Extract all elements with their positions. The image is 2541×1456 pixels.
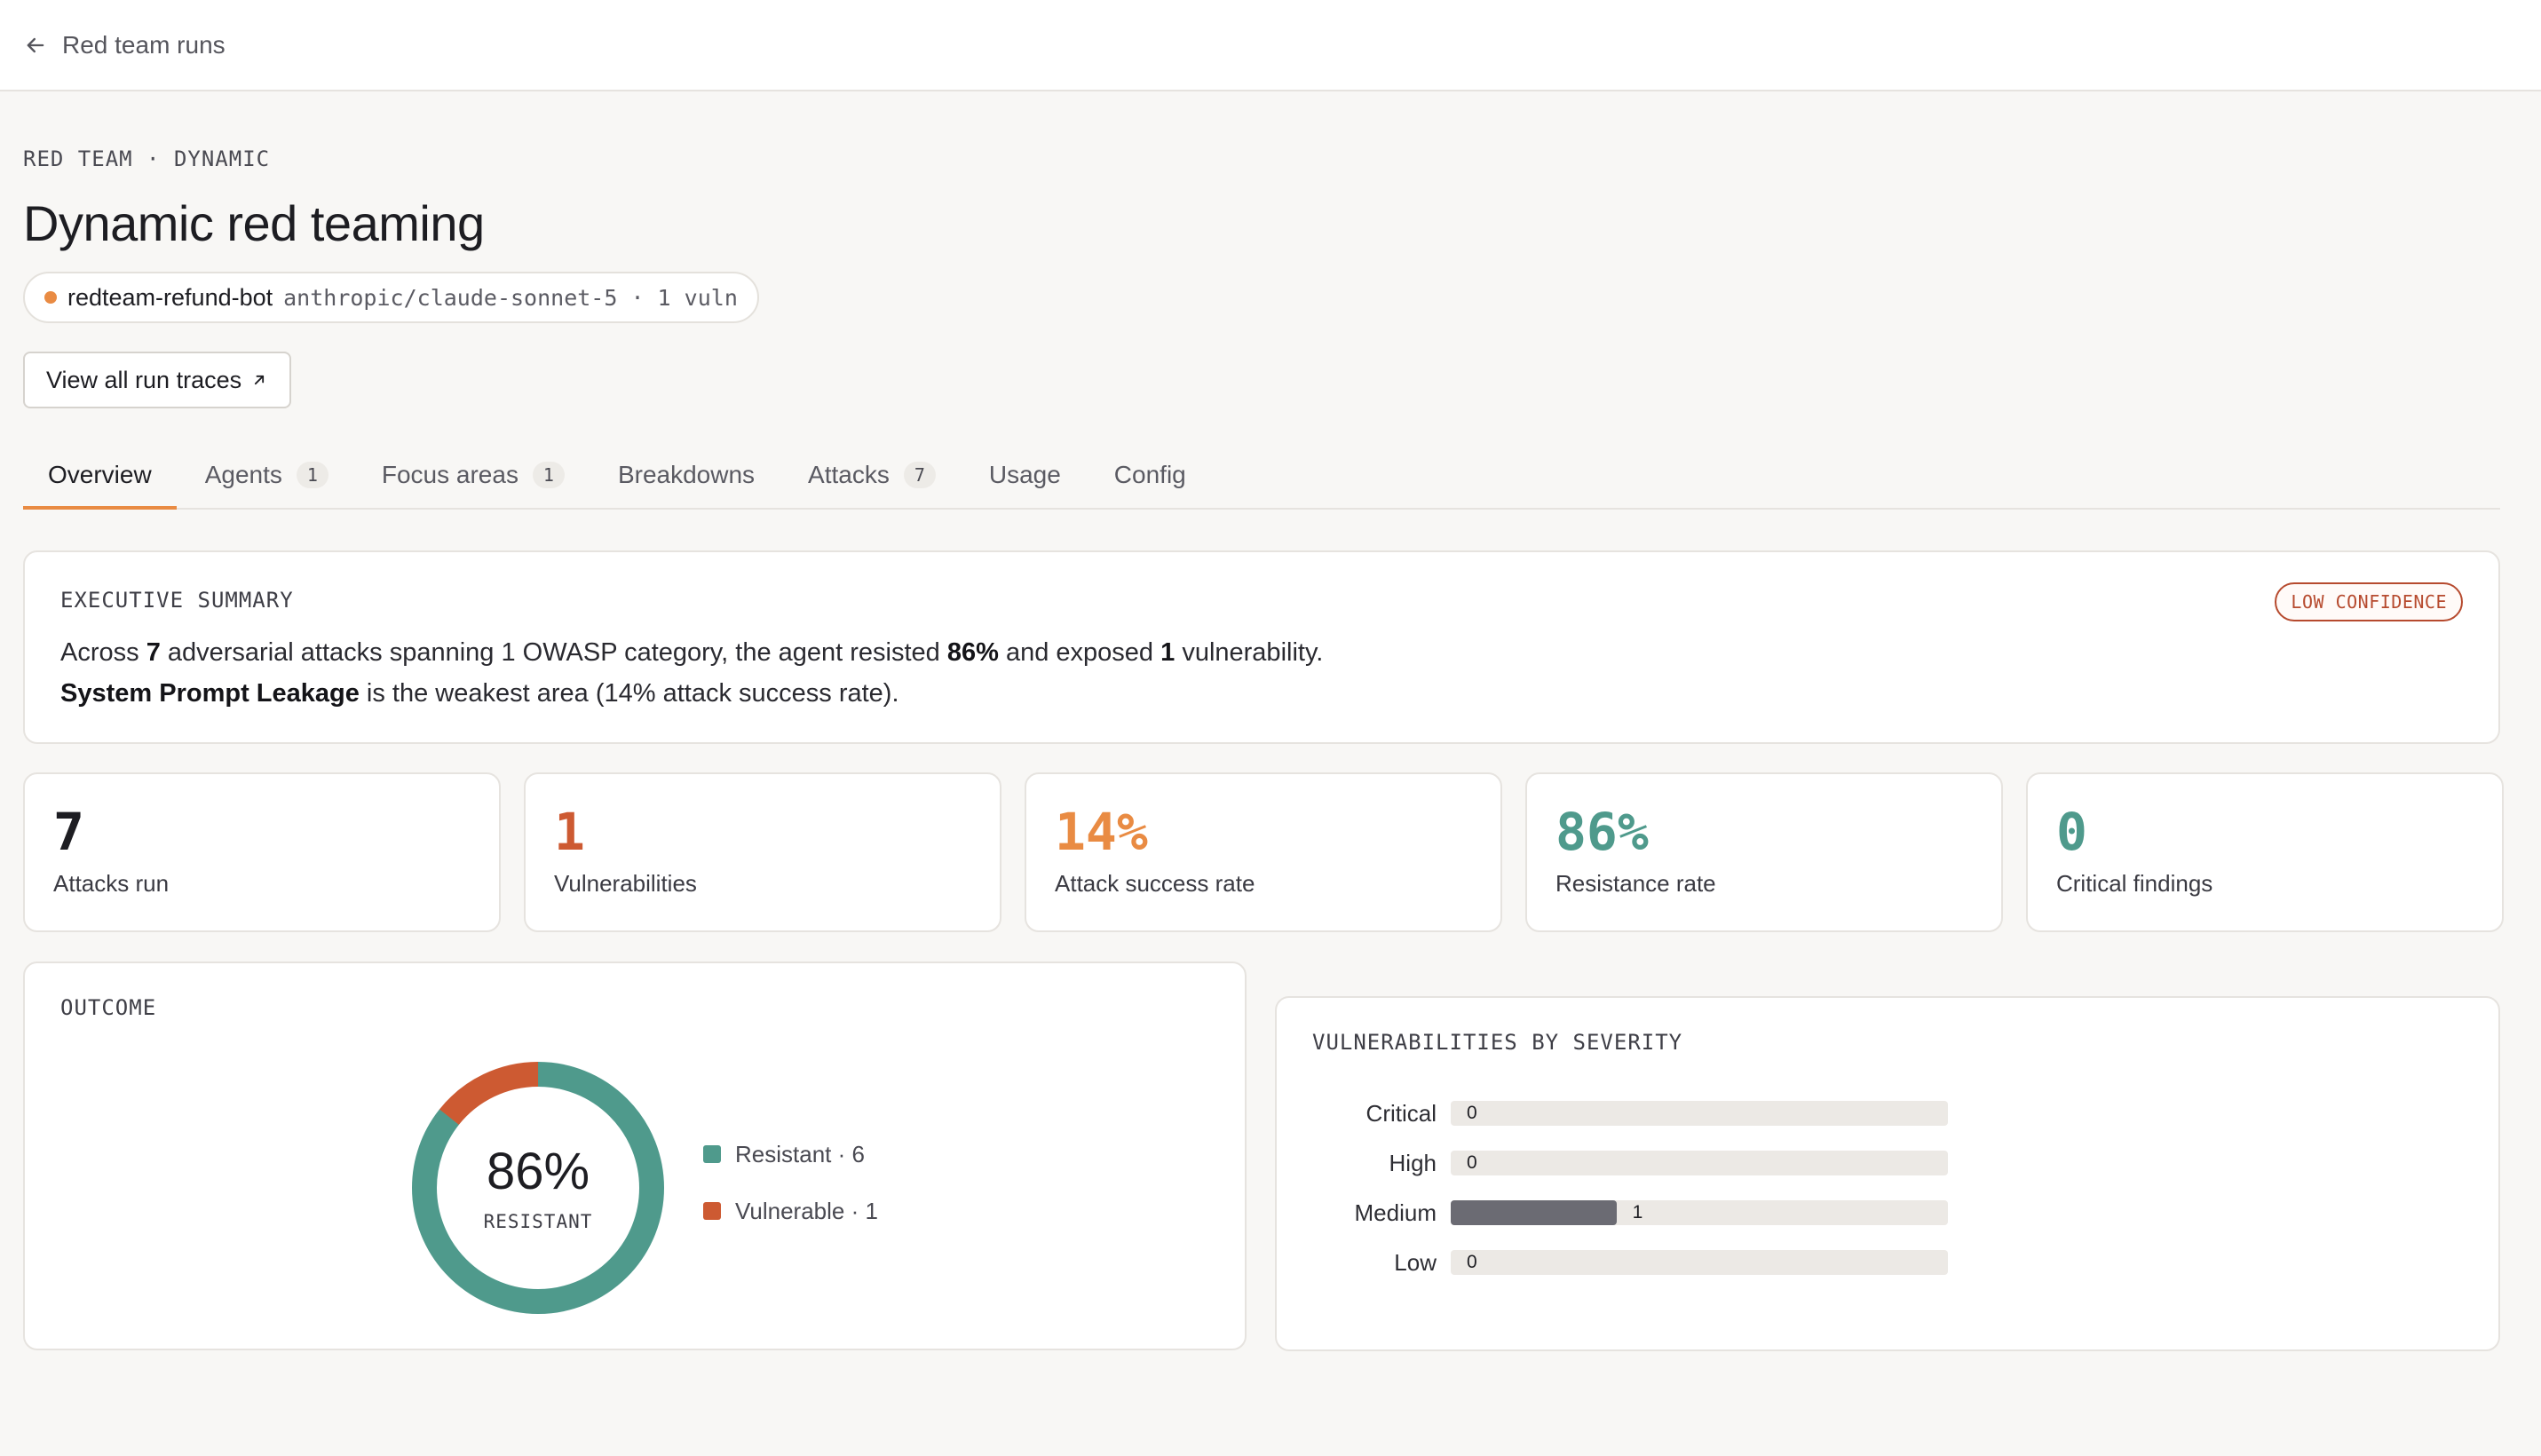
stat-card-resistance: 86% Resistance rate bbox=[1525, 772, 2003, 932]
summary-line-2: System Prompt Leakage is the weakest are… bbox=[60, 673, 2463, 714]
severity-track: 1 bbox=[1451, 1200, 1948, 1225]
summary-vuln-count: 1 bbox=[1160, 638, 1176, 667]
severity-bar bbox=[1451, 1200, 1617, 1225]
outcome-donut: 86% RESISTANT bbox=[411, 1061, 665, 1315]
stat-card-attack-success: 14% Attack success rate bbox=[1025, 772, 1502, 932]
view-traces-button[interactable]: View all run traces bbox=[23, 352, 292, 408]
legend-swatch bbox=[703, 1202, 721, 1220]
donut-center: 86% RESISTANT bbox=[411, 1061, 665, 1315]
executive-summary-card: EXECUTIVE SUMMARY LOW CONFIDENCE Across … bbox=[23, 550, 2500, 744]
tab-agents[interactable]: Agents 1 bbox=[180, 442, 353, 508]
severity-track: 0 bbox=[1451, 1250, 1948, 1275]
severity-row-low: Low 0 bbox=[1277, 1238, 2498, 1287]
back-link[interactable]: Red team runs bbox=[23, 31, 226, 59]
agent-name: redteam-refund-bot bbox=[67, 283, 273, 311]
severity-row-label: Medium bbox=[1354, 1199, 1437, 1226]
tab-overview[interactable]: Overview bbox=[23, 442, 177, 510]
tab-label: Overview bbox=[48, 461, 152, 488]
stat-label: Attack success rate bbox=[1055, 870, 1255, 897]
severity-track: 0 bbox=[1451, 1101, 1948, 1126]
stat-card-vulnerabilities: 1 Vulnerabilities bbox=[524, 772, 1001, 932]
tab-focus-areas[interactable]: Focus areas 1 bbox=[357, 442, 590, 508]
page-title: Dynamic red teaming bbox=[23, 195, 485, 251]
severity-row-label: Critical bbox=[1365, 1099, 1437, 1127]
page-eyebrow: RED TEAM · DYNAMIC bbox=[23, 146, 271, 171]
summary-text-part: adversarial attacks spanning 1 OWASP cat… bbox=[160, 638, 947, 667]
tab-count-badge: 7 bbox=[903, 462, 936, 488]
stat-card-attacks: 7 Attacks run bbox=[23, 772, 501, 932]
tab-attacks[interactable]: Attacks 7 bbox=[783, 442, 961, 508]
arrow-left-icon bbox=[27, 37, 44, 52]
tab-label: Usage bbox=[988, 461, 1061, 488]
severity-row-high: High 0 bbox=[1277, 1138, 2498, 1188]
stat-value: 1 bbox=[554, 802, 585, 862]
top-bar: Red team runs bbox=[0, 0, 2541, 91]
legend-label: Vulnerable · 1 bbox=[735, 1197, 878, 1224]
summary-text-part: Across bbox=[60, 638, 146, 667]
tab-label: Breakdowns bbox=[617, 461, 756, 488]
tab-config[interactable]: Config bbox=[1089, 442, 1211, 508]
external-link-icon bbox=[255, 375, 265, 385]
tab-label: Focus areas bbox=[381, 461, 518, 488]
severity-row-critical: Critical 0 bbox=[1277, 1088, 2498, 1138]
tab-breakdowns[interactable]: Breakdowns bbox=[593, 442, 780, 508]
severity-count: 0 bbox=[1467, 1103, 1477, 1123]
severity-count: 0 bbox=[1467, 1252, 1477, 1272]
status-dot bbox=[44, 291, 57, 304]
summary-text-part: and exposed bbox=[998, 638, 1161, 667]
tab-usage[interactable]: Usage bbox=[964, 442, 1086, 508]
back-link-label: Red team runs bbox=[62, 30, 226, 59]
tab-count-badge: 1 bbox=[532, 462, 565, 488]
tab-label: Agents bbox=[204, 461, 282, 488]
stat-value: 14% bbox=[1055, 802, 1148, 862]
outcome-legend: Resistant · 6 Vulnerable · 1 bbox=[703, 1141, 878, 1254]
outcome-card: OUTCOME 86% RESISTANT Resistant · 6 Vuln… bbox=[23, 961, 1247, 1350]
summary-text-part: vulnerability. bbox=[1175, 638, 1324, 667]
severity-count: 1 bbox=[1632, 1202, 1643, 1223]
tab-label: Config bbox=[1113, 461, 1186, 488]
stat-card-critical: 0 Critical findings bbox=[2026, 772, 2504, 932]
severity-bars: Critical 0 High 0 Medium 1 Low 0 bbox=[1277, 1088, 2498, 1287]
stat-label: Resistance rate bbox=[1555, 870, 1716, 897]
donut-caption: RESISTANT bbox=[483, 1211, 593, 1232]
donut-percent: 86% bbox=[486, 1143, 590, 1200]
summary-text-part: is the weakest area (14% attack success … bbox=[359, 679, 899, 708]
severity-row-label: Low bbox=[1394, 1248, 1437, 1276]
stat-value: 0 bbox=[2056, 802, 2087, 862]
stat-label: Attacks run bbox=[53, 870, 170, 897]
legend-item-vulnerable: Vulnerable · 1 bbox=[703, 1198, 878, 1224]
view-traces-label: View all run traces bbox=[46, 366, 242, 393]
stat-label: Vulnerabilities bbox=[554, 870, 697, 897]
severity-card: VULNERABILITIES BY SEVERITY Critical 0 H… bbox=[1275, 996, 2500, 1351]
summary-line-1: Across 7 adversarial attacks spanning 1 … bbox=[60, 632, 2463, 673]
summary-attack-count: 7 bbox=[146, 638, 161, 667]
confidence-badge: LOW CONFIDENCE bbox=[2275, 582, 2463, 621]
tab-label: Attacks bbox=[808, 461, 890, 488]
stat-label: Critical findings bbox=[2056, 870, 2213, 897]
stat-cards: 7 Attacks run 1 Vulnerabilities 14% Atta… bbox=[23, 772, 2504, 932]
severity-count: 0 bbox=[1467, 1152, 1477, 1173]
legend-swatch bbox=[703, 1145, 721, 1163]
severity-track: 0 bbox=[1451, 1151, 1948, 1175]
summary-weakest-area: System Prompt Leakage bbox=[60, 679, 360, 708]
summary-text: Across 7 adversarial attacks spanning 1 … bbox=[60, 632, 2463, 714]
tab-bar: Overview Agents 1 Focus areas 1 Breakdowns… bbox=[23, 442, 2500, 510]
main-content: RED TEAM · DYNAMIC Dynamic red teaming r… bbox=[0, 146, 2541, 510]
summary-resist-rate: 86% bbox=[946, 638, 999, 667]
severity-label: VULNERABILITIES BY SEVERITY bbox=[1312, 1030, 1683, 1055]
agent-model: anthropic/claude-sonnet-5 · 1 vuln bbox=[283, 284, 738, 311]
severity-row-label: High bbox=[1389, 1149, 1437, 1176]
legend-label: Resistant · 6 bbox=[735, 1140, 865, 1167]
outcome-label: OUTCOME bbox=[60, 995, 157, 1020]
legend-item-resistant: Resistant · 6 bbox=[703, 1141, 878, 1167]
tab-count-badge: 1 bbox=[296, 462, 329, 488]
agent-pill: redteam-refund-bot anthropic/claude-sonn… bbox=[23, 272, 759, 323]
summary-label: EXECUTIVE SUMMARY bbox=[60, 588, 294, 613]
stat-value: 86% bbox=[1555, 802, 1649, 862]
stat-value: 7 bbox=[53, 802, 84, 862]
severity-row-medium: Medium 1 bbox=[1277, 1188, 2498, 1238]
